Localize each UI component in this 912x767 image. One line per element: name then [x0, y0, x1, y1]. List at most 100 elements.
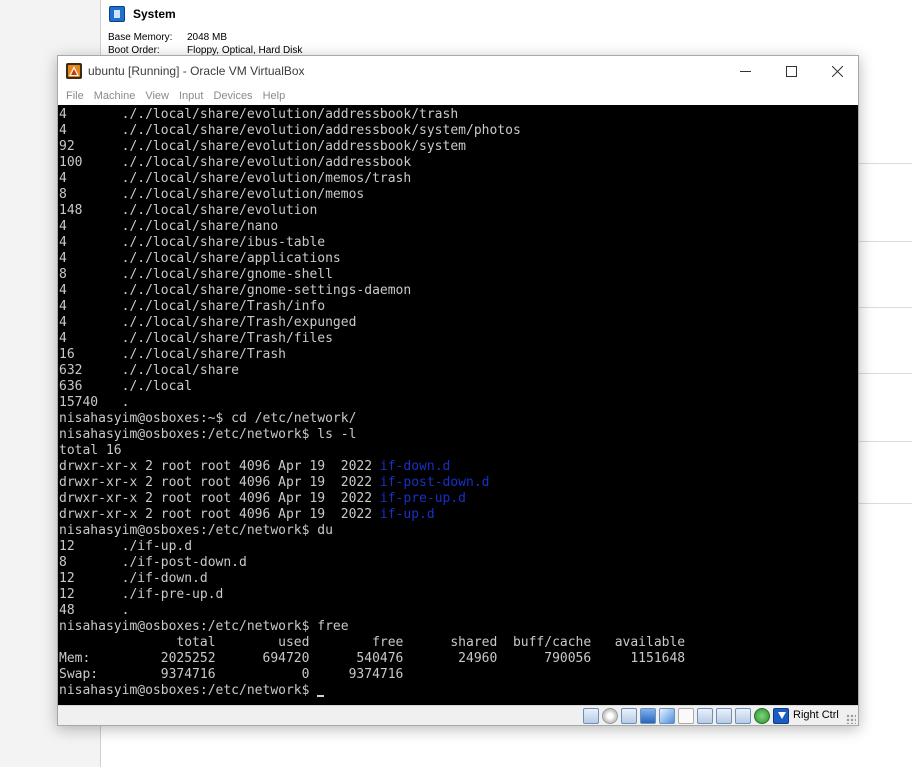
virtualbox-app-icon — [66, 63, 82, 79]
menu-machine[interactable]: Machine — [94, 90, 142, 102]
minimize-icon — [739, 70, 751, 72]
terminal-line: drwxr-xr-x 2 root root 4096 Apr 19 2022 … — [59, 507, 858, 523]
terminal-text: 12 ./if-down.d — [59, 571, 208, 586]
terminal-text: drwxr-xr-x 2 root root 4096 Apr 19 2022 — [59, 475, 380, 490]
terminal-line: nisahasyim@osboxes:/etc/network$ du — [59, 523, 858, 539]
network-icon[interactable] — [640, 708, 656, 724]
terminal-line: 4 ././local/share/evolution/addressbook/… — [59, 123, 858, 139]
terminal-text: drwxr-xr-x 2 root root 4096 Apr 19 2022 — [59, 459, 380, 474]
terminal-line: 4 ././local/share/evolution/addressbook/… — [59, 107, 858, 123]
terminal-text: 16 ././local/share/Trash — [59, 347, 286, 362]
terminal-text: 4 ././local/share/evolution/memos/trash — [59, 171, 412, 186]
terminal-line: 148 ././local/share/evolution — [59, 203, 858, 219]
resize-grip[interactable] — [846, 714, 856, 724]
terminal-text: nisahasyim@osboxes:/etc/network$ ls -l — [59, 427, 357, 442]
terminal-line: nisahasyim@osboxes:/etc/network$ ls -l — [59, 427, 858, 443]
terminal-text: 8 ././local/share/evolution/memos — [59, 187, 365, 202]
guest-additions-icon[interactable] — [754, 708, 770, 724]
terminal-line: 4 ././local/share/evolution/memos/trash — [59, 171, 858, 187]
terminal-line: 4 ././local/share/applications — [59, 251, 858, 267]
status-icons — [583, 708, 789, 724]
property-value: 2048 MB — [187, 32, 228, 43]
text-cursor — [317, 695, 325, 697]
terminal-text: 632 ././local/share — [59, 363, 240, 378]
terminal-line: drwxr-xr-x 2 root root 4096 Apr 19 2022 … — [59, 491, 858, 507]
terminal-line: 92 ././local/share/evolution/addressbook… — [59, 139, 858, 155]
terminal-text: 4 ././local/share/ibus-table — [59, 235, 326, 250]
terminal-text: nisahasyim@osboxes:~$ cd /etc/network/ — [59, 411, 357, 426]
host-key-label: Right Ctrl — [793, 709, 839, 721]
terminal-text: nisahasyim@osboxes:/etc/network$ free — [59, 619, 349, 634]
maximize-button[interactable] — [768, 56, 814, 86]
terminal-line: 12 ./if-pre-up.d — [59, 587, 858, 603]
audio-icon[interactable] — [621, 708, 637, 724]
terminal-text: 4 ././local/share/Trash/files — [59, 331, 333, 346]
terminal-text: 636 ././local — [59, 379, 193, 394]
maximize-icon — [785, 65, 797, 77]
property-key: Base Memory: — [108, 32, 173, 43]
display-icon[interactable] — [697, 708, 713, 724]
terminal-text: Mem: 2025252 694720 540476 24960 790056 … — [59, 651, 686, 666]
terminal-line: 4 ././local/share/Trash/files — [59, 331, 858, 347]
system-chip-icon — [109, 6, 125, 22]
directory-name: if-pre-up.d — [379, 491, 466, 506]
shared-folders-icon[interactable] — [678, 708, 694, 724]
terminal-line: total 16 — [59, 443, 858, 459]
terminal-line: 12 ./if-down.d — [59, 571, 858, 587]
terminal-line: 48 . — [59, 603, 858, 619]
terminal-line: Swap: 9374716 0 9374716 — [59, 667, 858, 683]
terminal-line: 4 ././local/share/ibus-table — [59, 235, 858, 251]
terminal-text: 8 ././local/share/gnome-shell — [59, 267, 333, 282]
terminal-text: Swap: 9374716 0 9374716 — [59, 667, 404, 682]
terminal-text: 92 ././local/share/evolution/addressbook… — [59, 139, 466, 154]
terminal-text: 4 ././local/share/nano — [59, 219, 279, 234]
vm-window: ubuntu [Running] - Oracle VM VirtualBox … — [57, 55, 859, 726]
menu-view[interactable]: View — [145, 90, 175, 102]
terminal-text: 12 ./if-pre-up.d — [59, 587, 224, 602]
title-bar[interactable]: ubuntu [Running] - Oracle VM VirtualBox — [58, 56, 858, 86]
terminal-text: 4 ././local/share/gnome-settings-daemon — [59, 283, 412, 298]
terminal-text: 100 ././local/share/evolution/addressboo… — [59, 155, 412, 170]
terminal-text: 48 . — [59, 603, 130, 618]
optical-drive-icon[interactable] — [602, 708, 618, 724]
video-capture-icon[interactable] — [716, 708, 732, 724]
terminal-line: 4 ././local/share/Trash/info — [59, 299, 858, 315]
menu-devices[interactable]: Devices — [213, 90, 258, 102]
terminal-line: nisahasyim@osboxes:~$ cd /etc/network/ — [59, 411, 858, 427]
terminal-line: 8 ./if-post-down.d — [59, 555, 858, 571]
terminal-text: nisahasyim@osboxes:/etc/network$ du — [59, 523, 333, 538]
terminal-line: 4 ././local/share/gnome-settings-daemon — [59, 283, 858, 299]
terminal-text: 8 ./if-post-down.d — [59, 555, 247, 570]
close-button[interactable] — [814, 56, 860, 86]
terminal-line: 16 ././local/share/Trash — [59, 347, 858, 363]
terminal-text: 4 ././local/share/evolution/addressbook/… — [59, 107, 459, 122]
hard-disk-icon[interactable] — [583, 708, 599, 724]
keyboard-capture-icon[interactable] — [773, 708, 789, 724]
terminal-line: drwxr-xr-x 2 root root 4096 Apr 19 2022 … — [59, 475, 858, 491]
recording-icon[interactable] — [735, 708, 751, 724]
usb-icon[interactable] — [659, 708, 675, 724]
terminal-text: nisahasyim@osboxes:/etc/network$ — [59, 683, 318, 698]
system-section-header[interactable]: System — [109, 6, 176, 22]
terminal-text: 4 ././local/share/evolution/addressbook/… — [59, 123, 521, 138]
minimize-button[interactable] — [722, 56, 768, 86]
terminal-text: drwxr-xr-x 2 root root 4096 Apr 19 2022 — [59, 491, 380, 506]
terminal-line: 100 ././local/share/evolution/addressboo… — [59, 155, 858, 171]
terminal-line: 8 ././local/share/gnome-shell — [59, 267, 858, 283]
property-row: Base Memory: 2048 MB — [108, 31, 302, 44]
terminal-line: 632 ././local/share — [59, 363, 858, 379]
guest-terminal-screen[interactable]: 4 ././local/share/evolution/addressbook/… — [58, 105, 858, 705]
menu-bar: File Machine View Input Devices Help — [58, 86, 858, 105]
directory-name: if-up.d — [379, 507, 435, 522]
window-title: ubuntu [Running] - Oracle VM VirtualBox — [88, 64, 305, 78]
terminal-line: 4 ././local/share/Trash/expunged — [59, 315, 858, 331]
menu-help[interactable]: Help — [263, 90, 292, 102]
terminal-line: total used free shared buff/cache availa… — [59, 635, 858, 651]
menu-input[interactable]: Input — [179, 90, 209, 102]
terminal-line: 4 ././local/share/nano — [59, 219, 858, 235]
terminal-text: total 16 — [59, 443, 122, 458]
terminal-line: nisahasyim@osboxes:/etc/network$ — [59, 683, 858, 699]
menu-file[interactable]: File — [66, 90, 90, 102]
terminal-line: Mem: 2025252 694720 540476 24960 790056 … — [59, 651, 858, 667]
terminal-text: 4 ././local/share/Trash/expunged — [59, 315, 357, 330]
